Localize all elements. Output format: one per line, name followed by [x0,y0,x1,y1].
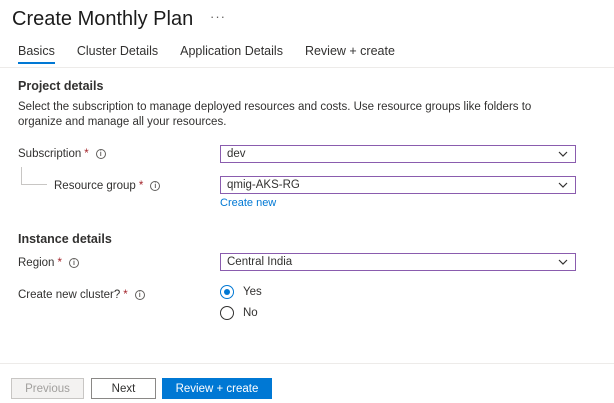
radio-button-unchecked[interactable] [220,306,234,320]
radio-button-checked[interactable] [220,285,234,299]
subscription-label: Subscription [18,148,82,160]
tab-basics[interactable]: Basics [18,44,55,64]
next-button[interactable]: Next [91,378,156,399]
create-cluster-label-row: Create new cluster? * i [18,289,145,301]
resource-group-select[interactable]: qmig-AKS-RG [220,176,576,194]
chevron-down-icon [558,259,568,265]
info-icon[interactable]: i [68,258,79,268]
instance-details-heading: Instance details [18,232,112,246]
previous-button[interactable]: Previous [11,378,84,399]
project-details-description: Select the subscription to manage deploy… [18,101,532,128]
info-icon[interactable]: i [134,290,145,300]
tab-cluster-details[interactable]: Cluster Details [77,44,158,64]
footer-divider [0,363,614,364]
info-icon[interactable]: i [150,181,161,191]
resource-group-label: Resource group [54,180,136,192]
region-label: Region [18,257,55,269]
radio-label-no: No [243,307,258,319]
tree-connector [21,184,47,185]
review-create-button[interactable]: Review + create [162,378,272,399]
tabs-divider [0,67,614,68]
radio-option-yes[interactable]: Yes [220,285,262,299]
region-label-row: Region * i [18,257,79,269]
radio-option-no[interactable]: No [220,306,258,320]
more-options-icon[interactable]: ··· [210,9,226,24]
chevron-down-icon [558,151,568,157]
region-select[interactable]: Central India [220,253,576,271]
subscription-value: dev [227,148,246,160]
required-marker: * [84,148,89,160]
region-value: Central India [227,256,293,268]
chevron-down-icon [558,182,568,188]
tab-review-create[interactable]: Review + create [305,44,395,64]
page-title: Create Monthly Plan [12,8,194,30]
subscription-select[interactable]: dev [220,145,576,163]
tree-connector [21,167,22,184]
info-icon[interactable]: i [95,149,106,159]
create-new-link[interactable]: Create new [220,197,276,209]
create-cluster-label: Create new cluster? [18,289,121,301]
project-details-heading: Project details [18,79,104,93]
subscription-label-row: Subscription * i [18,148,106,160]
tab-application-details[interactable]: Application Details [180,44,283,64]
required-marker: * [123,289,128,301]
required-marker: * [138,180,144,192]
resource-group-label-row: Resource group * i [54,180,161,192]
resource-group-value: qmig-AKS-RG [227,179,300,191]
required-marker: * [57,257,62,269]
tab-bar: Basics Cluster Details Application Detai… [18,44,417,64]
radio-label-yes: Yes [243,286,262,298]
